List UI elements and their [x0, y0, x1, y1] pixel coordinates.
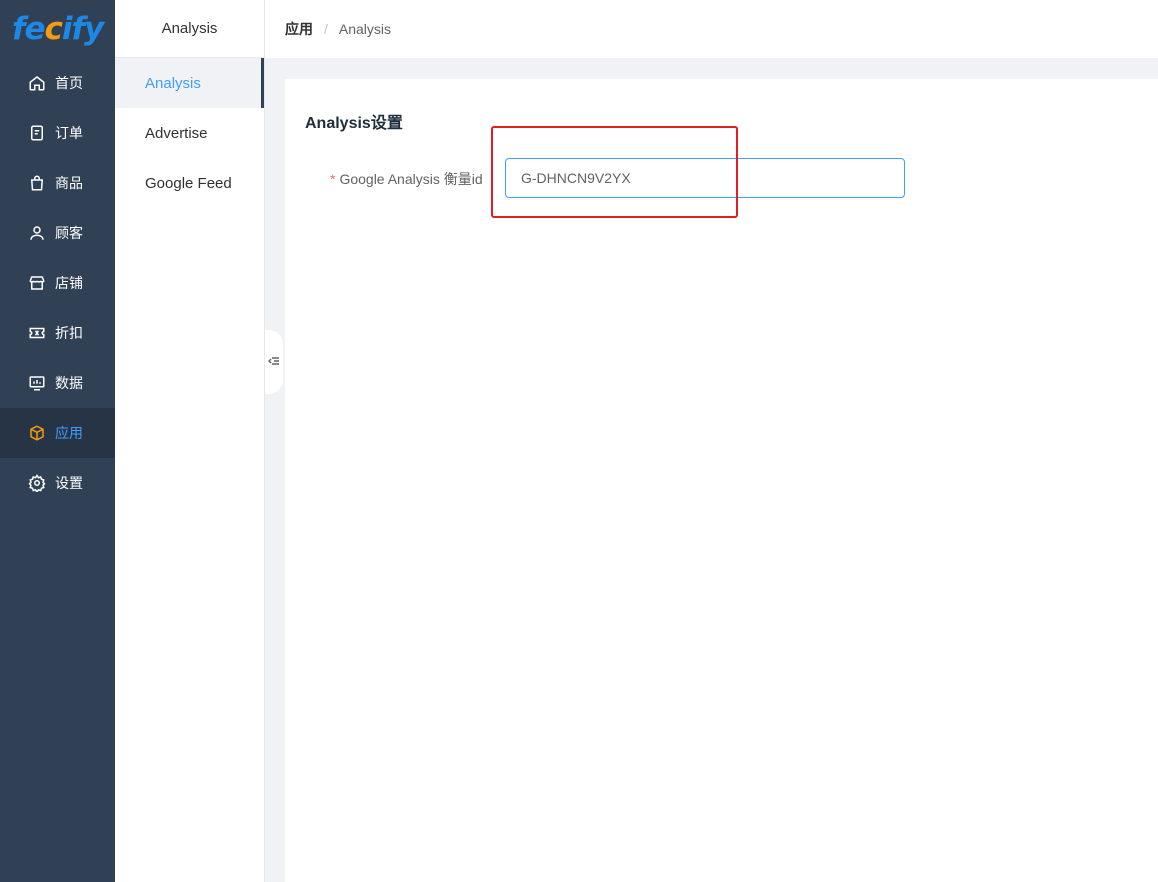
nav-item-label: 顾客	[55, 225, 83, 241]
ga-id-label: * Google Analysis 衡量id	[330, 169, 492, 189]
header-bar: 应用 / Analysis	[265, 0, 1158, 58]
sub-menu-item-advertise[interactable]: Advertise	[115, 108, 264, 158]
box-icon	[27, 423, 47, 443]
bag-icon	[27, 173, 47, 193]
nav-item-orders[interactable]: 订单	[0, 108, 115, 158]
sub-menu-item-analysis[interactable]: Analysis	[115, 58, 264, 108]
main-panel: Analysis设置 * Google Analysis 衡量id	[285, 79, 1158, 882]
logo-text: fecify	[12, 11, 104, 47]
sub-menu-title: Analysis	[115, 0, 264, 58]
nav-item-home[interactable]: 首页	[0, 58, 115, 108]
breadcrumb-current: Analysis	[338, 21, 392, 37]
nav-item-label: 折扣	[55, 325, 83, 341]
required-mark: *	[330, 171, 336, 187]
ga-id-label-text: Google Analysis 衡量id	[339, 171, 483, 187]
nav-item-label: 首页	[55, 75, 83, 91]
nav-item-label: 商品	[55, 175, 83, 191]
breadcrumb-separator: /	[324, 21, 328, 37]
user-icon	[27, 223, 47, 243]
sub-menu-item-google-feed[interactable]: Google Feed	[115, 158, 264, 208]
store-icon	[27, 273, 47, 293]
logo-part-a: fe	[12, 11, 46, 47]
ticket-icon	[27, 323, 47, 343]
order-icon	[27, 123, 47, 143]
collapse-sidebar-handle[interactable]	[265, 330, 283, 394]
nav-item-label: 订单	[55, 125, 83, 141]
nav-item-settings[interactable]: 设置	[0, 458, 115, 508]
chart-icon	[27, 373, 47, 393]
nav-item-customers[interactable]: 顾客	[0, 208, 115, 258]
panel-title: Analysis设置	[305, 115, 403, 132]
nav-item-label: 设置	[55, 475, 83, 491]
gear-icon	[27, 473, 47, 493]
logo[interactable]: fecify	[0, 0, 115, 58]
nav-item-discounts[interactable]: 折扣	[0, 308, 115, 358]
collapse-icon	[268, 355, 280, 370]
home-icon	[27, 73, 47, 93]
nav-item-label: 数据	[55, 375, 83, 391]
nav-item-label: 应用	[55, 425, 83, 441]
logo-part-b: c	[44, 11, 63, 47]
main-sidebar: fecify 首页 订单 商品 顾客 店铺 折扣 数据 应用 设置	[0, 0, 115, 882]
logo-part-c: ify	[61, 11, 104, 47]
ga-id-input[interactable]	[505, 158, 905, 198]
sub-menu: Analysis Analysis Advertise Google Feed	[115, 0, 265, 882]
nav-item-products[interactable]: 商品	[0, 158, 115, 208]
nav-item-apps[interactable]: 应用	[0, 408, 115, 458]
nav-item-label: 店铺	[55, 275, 83, 291]
nav-item-store[interactable]: 店铺	[0, 258, 115, 308]
main-nav: 首页 订单 商品 顾客 店铺 折扣 数据 应用 设置	[0, 58, 115, 508]
nav-item-data[interactable]: 数据	[0, 358, 115, 408]
breadcrumb-parent[interactable]: 应用	[285, 19, 313, 39]
